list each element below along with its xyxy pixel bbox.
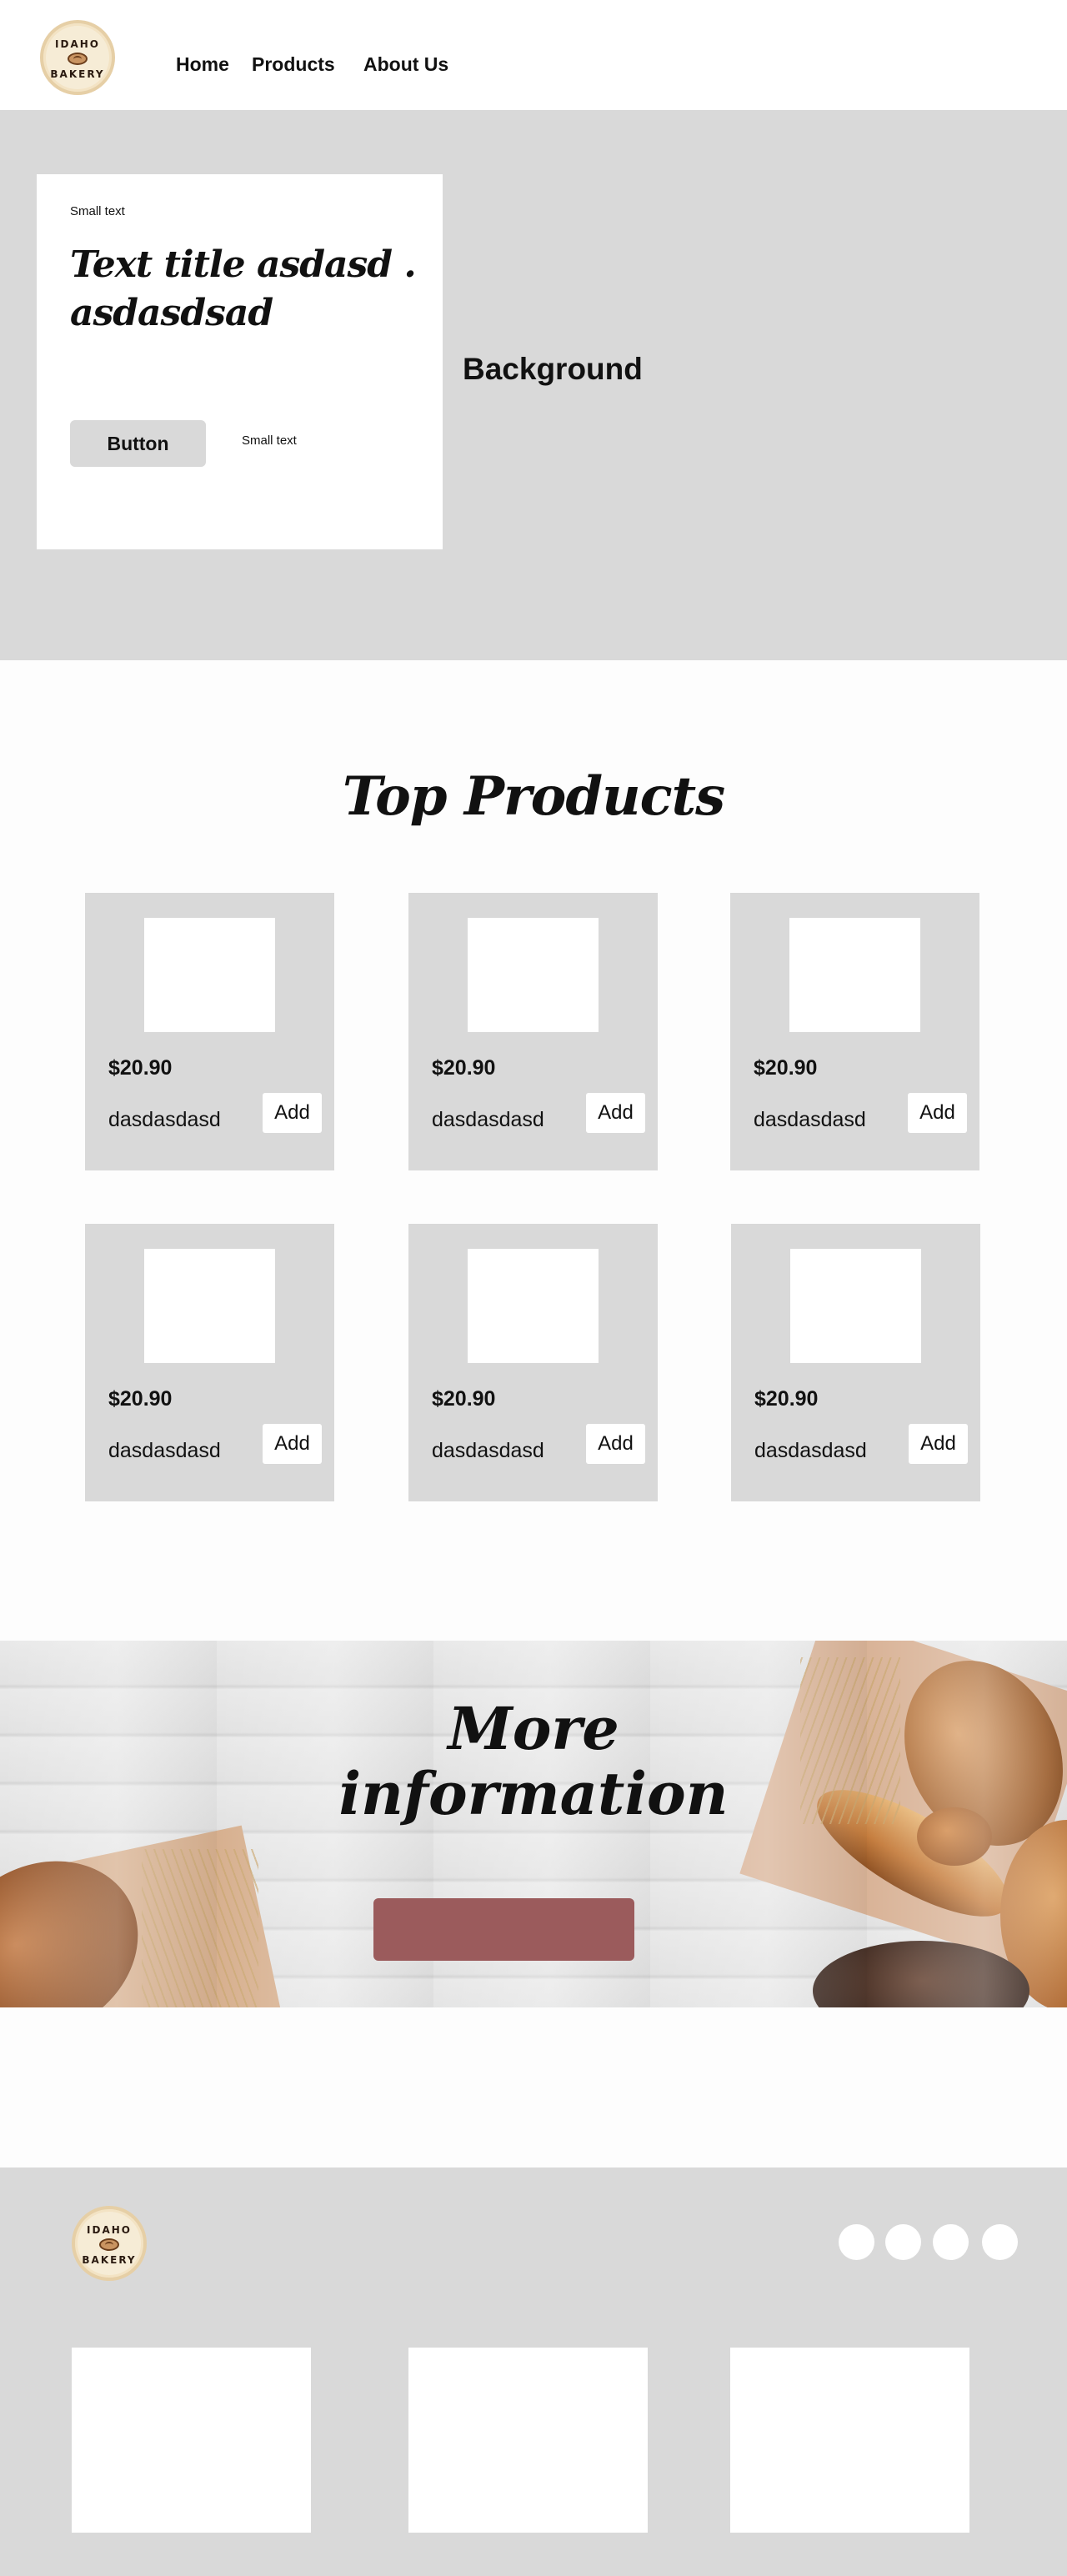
social-icon-1[interactable] bbox=[839, 2224, 874, 2260]
product-card[interactable]: $20.90 dasdasdasd Add bbox=[85, 1224, 334, 1501]
more-info-title-line2: information bbox=[338, 1759, 729, 1828]
product-price: $20.90 bbox=[108, 1387, 173, 1411]
add-to-cart-button[interactable]: Add bbox=[263, 1093, 322, 1133]
social-icon-2[interactable] bbox=[885, 2224, 921, 2260]
more-info-button[interactable] bbox=[373, 1898, 634, 1961]
bread-loaf-image bbox=[0, 1827, 170, 2007]
hero-small-text: Small text bbox=[70, 204, 125, 218]
parchment-paper-image bbox=[0, 1825, 287, 2007]
hero-background-label: Background bbox=[463, 352, 643, 386]
product-card[interactable]: $20.90 dasdasdasd Add bbox=[408, 1224, 658, 1501]
footer-column-2 bbox=[408, 2348, 648, 2533]
product-price: $20.90 bbox=[432, 1056, 496, 1080]
bread-icon bbox=[68, 53, 88, 65]
add-to-cart-button[interactable]: Add bbox=[586, 1424, 645, 1464]
logo-top-text: IDAHO bbox=[87, 2224, 132, 2236]
logo-bottom-text: BAKERY bbox=[50, 68, 105, 80]
hero-section: Small text Text title asdasd . asdasdsad… bbox=[0, 110, 1067, 660]
footer-bakery-logo[interactable]: IDAHO BAKERY bbox=[72, 2206, 147, 2281]
nav-item-about-us[interactable]: About Us bbox=[363, 53, 448, 76]
product-card[interactable]: $20.90 dasdasdasd Add bbox=[85, 893, 334, 1170]
footer-column-3 bbox=[730, 2348, 969, 2533]
product-name: dasdasdasd bbox=[754, 1439, 867, 1462]
product-image bbox=[790, 1249, 921, 1363]
product-image bbox=[144, 1249, 275, 1363]
logo-top-text: IDAHO bbox=[55, 38, 100, 50]
wheat-image bbox=[142, 1849, 258, 2007]
logo-bottom-text: BAKERY bbox=[82, 2254, 137, 2266]
social-icon-3[interactable] bbox=[933, 2224, 969, 2260]
add-to-cart-button[interactable]: Add bbox=[263, 1424, 322, 1464]
hero-button[interactable]: Button bbox=[70, 420, 206, 467]
product-price: $20.90 bbox=[754, 1387, 819, 1411]
add-to-cart-button[interactable]: Add bbox=[586, 1093, 645, 1133]
product-image bbox=[468, 1249, 599, 1363]
bread-roll-image bbox=[1000, 1820, 1067, 2007]
product-image bbox=[144, 918, 275, 1032]
product-image bbox=[789, 918, 920, 1032]
product-name: dasdasdasd bbox=[432, 1439, 544, 1462]
product-price: $20.90 bbox=[432, 1387, 496, 1411]
product-name: dasdasdasd bbox=[432, 1108, 544, 1131]
add-to-cart-button[interactable]: Add bbox=[909, 1424, 968, 1464]
product-name: dasdasdasd bbox=[754, 1108, 866, 1131]
add-to-cart-button[interactable]: Add bbox=[908, 1093, 967, 1133]
hero-title: Text title asdasd . asdasdsad bbox=[70, 243, 417, 334]
more-info-title-line1: More bbox=[448, 1694, 619, 1763]
more-info-title: More information bbox=[0, 1696, 1067, 1827]
product-card[interactable]: $20.90 dasdasdasd Add bbox=[730, 893, 979, 1170]
product-name: dasdasdasd bbox=[108, 1439, 221, 1462]
nav-item-home[interactable]: Home bbox=[176, 53, 229, 76]
site-header: IDAHO BAKERY Home Products About Us bbox=[0, 0, 1067, 110]
product-card[interactable]: $20.90 dasdasdasd Add bbox=[731, 1224, 980, 1501]
social-icon-4[interactable] bbox=[982, 2224, 1018, 2260]
top-products-title: Top Products bbox=[342, 765, 725, 828]
product-price: $20.90 bbox=[754, 1056, 818, 1080]
bakery-logo[interactable]: IDAHO BAKERY bbox=[40, 20, 115, 95]
bread-icon bbox=[99, 2238, 119, 2251]
product-image bbox=[468, 918, 599, 1032]
hero-button-small-text: Small text bbox=[242, 434, 297, 448]
rye-bread-image bbox=[813, 1941, 1029, 2007]
product-name: dasdasdasd bbox=[108, 1108, 221, 1131]
product-card[interactable]: $20.90 dasdasdasd Add bbox=[408, 893, 658, 1170]
nav-item-products[interactable]: Products bbox=[252, 53, 335, 76]
footer-column-1 bbox=[72, 2348, 311, 2533]
hero-card: Small text Text title asdasd . asdasdsad… bbox=[37, 174, 443, 549]
site-footer: IDAHO BAKERY bbox=[0, 2168, 1067, 2576]
product-price: $20.90 bbox=[108, 1056, 173, 1080]
